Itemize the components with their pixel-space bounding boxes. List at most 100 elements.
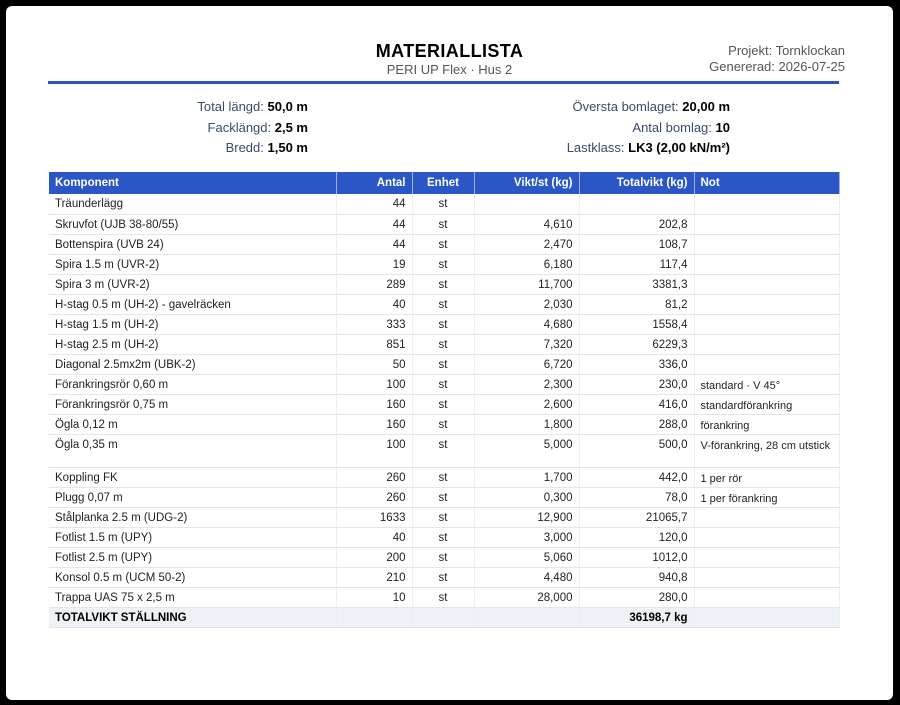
- cell-unit-weight: 5,060: [474, 547, 580, 568]
- cell-total-weight: 21065,7: [579, 507, 695, 528]
- cell-total-weight: 230,0: [579, 374, 695, 395]
- cell-component: Förankringsrör 0,60 m: [49, 374, 337, 395]
- cell-unit: st: [412, 194, 475, 215]
- col-header-total-weight: Totalvikt (kg): [579, 172, 695, 194]
- cell-component: Ögla 0,35 m: [49, 434, 337, 468]
- param-total-length: Total längd: 50,0 m: [197, 99, 308, 114]
- cell-unit-weight: 7,320: [474, 334, 580, 355]
- table-row: Koppling FK 260st 1,700 442,0 1 per rör: [49, 467, 840, 488]
- cell-note: [694, 547, 840, 568]
- table-row: Förankringsrör 0,75 m 160st 2,600 416,0 stan…: [49, 394, 840, 415]
- cell-total-weight: 288,0: [579, 414, 695, 435]
- cell-note: 1 per rör: [694, 467, 840, 488]
- cell-quantity: 40: [336, 294, 413, 315]
- table-row: Ögla 0,35 m 100st 5,000 500,0 V-förankring, …: [49, 434, 840, 468]
- table-row: H-stag 0.5 m (UH-2) - gavelräcken 40st 2,0…: [49, 294, 840, 315]
- cell-unit: st: [412, 314, 475, 335]
- cell-unit-weight: 3,000: [474, 527, 580, 548]
- cell-component: Koppling FK: [49, 467, 337, 488]
- cell-total-weight: 1012,0: [579, 547, 695, 568]
- cell-unit: st: [412, 234, 475, 255]
- material-table: Komponent Antal Enhet Vikt/st (kg) Total…: [49, 172, 840, 628]
- cell-unit: st: [412, 434, 475, 468]
- params-right: Översta bomlaget: 20,00 m Antal bomlag: …: [470, 97, 730, 159]
- table-row: Trappa UAS 75 x 2,5 m 10st 28,000 280,0: [49, 587, 840, 608]
- cell-note: V-förankring, 28 cm utstick: [694, 434, 840, 468]
- table-row: Bottenspira (UVB 24) 44st 2,470 108,7: [49, 234, 840, 255]
- cell-note: [694, 234, 840, 255]
- cell-total-weight: 1558,4: [579, 314, 695, 335]
- cell-note: [694, 587, 840, 608]
- cell-unit: st: [412, 274, 475, 295]
- cell-component: Diagonal 2.5mx2m (UBK-2): [49, 354, 337, 375]
- cell-total-weight: 940,8: [579, 567, 695, 588]
- param-width: Bredd: 1,50 m: [225, 140, 308, 155]
- cell-unit-weight: 2,300: [474, 374, 580, 395]
- cell-note: [694, 507, 840, 528]
- table-row: Spira 3 m (UVR-2) 289st 11,700 3381,3: [49, 274, 840, 295]
- cell-note: [694, 194, 840, 215]
- cell-note: förankring: [694, 414, 840, 435]
- cell-unit: st: [412, 487, 475, 508]
- cell-component: Spira 3 m (UVR-2): [49, 274, 337, 295]
- project-name: Projekt: Tornklockan: [728, 43, 845, 58]
- cell-total-weight: 336,0: [579, 354, 695, 375]
- cell-component: H-stag 0.5 m (UH-2) - gavelräcken: [49, 294, 337, 315]
- cell-quantity: 260: [336, 467, 413, 488]
- document-meta: Projekt: Tornklockan Genererad: 2026-07-…: [709, 43, 845, 75]
- cell-unit: st: [412, 374, 475, 395]
- cell-component: Bottenspira (UVB 24): [49, 234, 337, 255]
- col-header-unit: Enhet: [412, 172, 475, 194]
- cell-quantity: 10: [336, 587, 413, 608]
- cell-unit: st: [412, 527, 475, 548]
- table-row: Skruvfot (UJB 38-80/55) 44st 4,610 202,8: [49, 214, 840, 235]
- cell-quantity: 1633: [336, 507, 413, 528]
- cell-unit: st: [412, 254, 475, 275]
- cell-component: Ögla 0,12 m: [49, 414, 337, 435]
- cell-unit: st: [412, 394, 475, 415]
- cell-total-weight: 3381,3: [579, 274, 695, 295]
- cell-quantity: 333: [336, 314, 413, 335]
- cell-quantity: 160: [336, 414, 413, 435]
- cell-total-weight: 120,0: [579, 527, 695, 548]
- cell-quantity: 210: [336, 567, 413, 588]
- cell-unit-weight: 11,700: [474, 274, 580, 295]
- cell-quantity: 200: [336, 547, 413, 568]
- cell-total-weight: 500,0: [579, 434, 695, 468]
- cell-note: [694, 567, 840, 588]
- param-bay-length: Facklängd: 2,5 m: [207, 119, 308, 135]
- table-row: Diagonal 2.5mx2m (UBK-2) 50st 6,720 336,0: [49, 354, 840, 375]
- cell-quantity: 160: [336, 394, 413, 415]
- cell-note: [694, 214, 840, 235]
- cell-note: standard · V 45°: [694, 374, 840, 395]
- cell-unit: st: [412, 214, 475, 235]
- cell-component: Förankringsrör 0,75 m: [49, 394, 337, 415]
- cell-note: [694, 354, 840, 375]
- total-label: TOTALVIKT STÄLLNING: [49, 607, 337, 628]
- cell-unit: st: [412, 414, 475, 435]
- cell-quantity: 851: [336, 334, 413, 355]
- table-row: Stålplanka 2.5 m (UDG-2) 1633st 12,900 2106…: [49, 507, 840, 528]
- table-row: Fotlist 1.5 m (UPY) 40st 3,000 120,0: [49, 527, 840, 548]
- cell-unit-weight: 2,030: [474, 294, 580, 315]
- param-top-level: Översta bomlaget: 20,00 m: [572, 99, 730, 114]
- cell-quantity: 44: [336, 234, 413, 255]
- cell-unit-weight: 4,480: [474, 567, 580, 588]
- cell-unit-weight: 6,180: [474, 254, 580, 275]
- cell-component: H-stag 2.5 m (UH-2): [49, 334, 337, 355]
- total-row: TOTALVIKT STÄLLNING 36198,7 kg: [49, 607, 840, 628]
- cell-total-weight: 202,8: [579, 214, 695, 235]
- cell-unit: st: [412, 547, 475, 568]
- table-header-row: Komponent Antal Enhet Vikt/st (kg) Total…: [49, 172, 840, 194]
- cell-unit-weight: 4,610: [474, 214, 580, 235]
- cell-total-weight: 81,2: [579, 294, 695, 315]
- cell-note: [694, 254, 840, 275]
- cell-component: Trappa UAS 75 x 2,5 m: [49, 587, 337, 608]
- cell-note: 1 per förankring: [694, 487, 840, 508]
- cell-unit-weight: 4,680: [474, 314, 580, 335]
- cell-total-weight: [579, 194, 695, 215]
- cell-unit-weight: 28,000: [474, 587, 580, 608]
- table-row: Fotlist 2.5 m (UPY) 200st 5,060 1012,0: [49, 547, 840, 568]
- cell-unit-weight: 6,720: [474, 354, 580, 375]
- col-header-unit-weight: Vikt/st (kg): [474, 172, 580, 194]
